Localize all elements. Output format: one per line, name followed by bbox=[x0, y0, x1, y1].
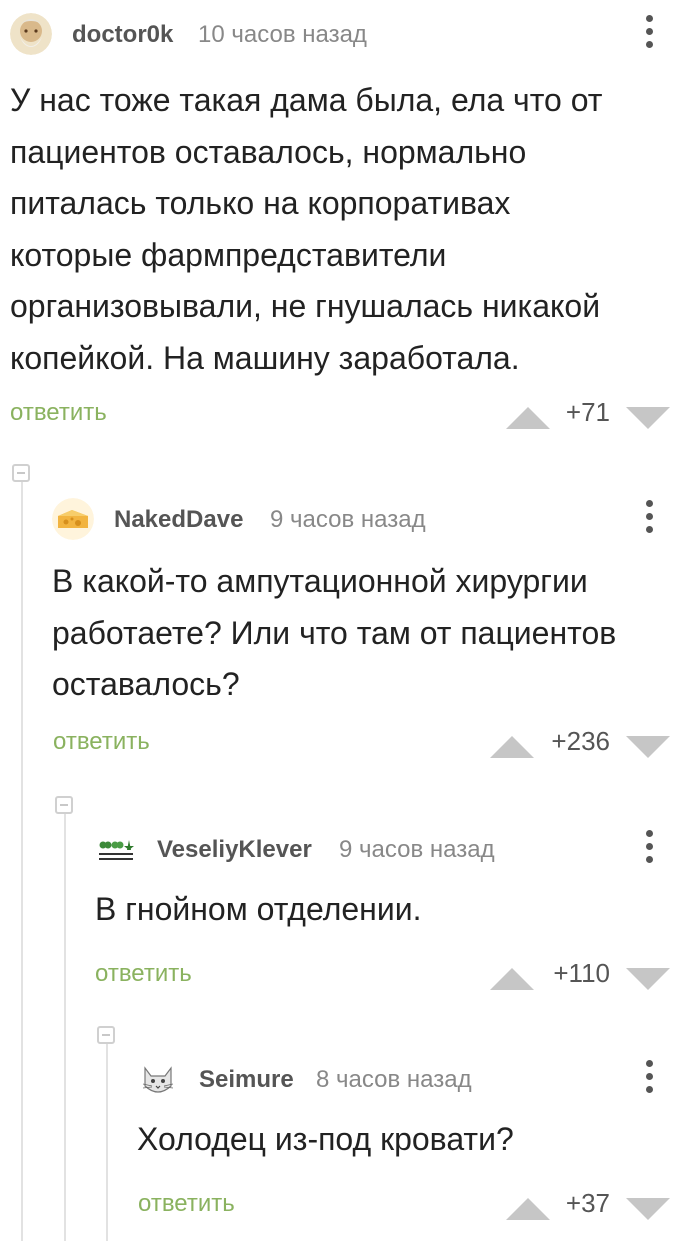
text-line: копейкой. На машину заработала. bbox=[10, 339, 520, 376]
comment-time: 9 часов назад bbox=[270, 506, 426, 533]
rating: +71 bbox=[565, 397, 610, 427]
comment-time: 9 часов назад bbox=[339, 836, 495, 863]
text-line: организовывали, не гнушалась никакой bbox=[10, 288, 601, 324]
more-options-icon[interactable] bbox=[642, 15, 656, 55]
rating: +37 bbox=[565, 1188, 610, 1218]
text-line: пациентов оставалось, нормально bbox=[10, 133, 527, 170]
comment-text: Холодец из-под кровати? bbox=[137, 1114, 670, 1166]
rating: +110 bbox=[553, 958, 610, 988]
author-name[interactable]: Seimure bbox=[199, 1066, 294, 1094]
author-name[interactable]: VeseliyKlever bbox=[157, 836, 312, 864]
reply-button[interactable]: ответить bbox=[138, 1190, 235, 1218]
comment: VeseliyKlever 9 часов назад В гнойном от… bbox=[0, 820, 700, 1000]
comment-header: doctor0k 10 часов назад bbox=[0, 5, 700, 65]
author-name[interactable]: doctor0k bbox=[72, 21, 173, 49]
comment-text: В какой-то ампутационной хирургии работа… bbox=[52, 556, 670, 711]
comment-header: NakedDave 9 часов назад bbox=[0, 490, 700, 550]
comment-time: 10 часов назад bbox=[198, 21, 367, 48]
comment-text: У нас тоже такая дама была, ела что от п… bbox=[10, 75, 670, 384]
text-line: В какой-то ампутационной хирургии bbox=[52, 563, 588, 599]
reply-button[interactable]: ответить bbox=[10, 399, 107, 427]
clover-avatar-icon[interactable] bbox=[94, 828, 136, 870]
comment: doctor0k 10 часов назад У нас тоже такая… bbox=[0, 5, 700, 445]
text-line: которые фармпредставители bbox=[10, 236, 447, 273]
downvote-icon[interactable] bbox=[626, 1198, 670, 1220]
upvote-icon[interactable] bbox=[490, 736, 534, 758]
cheese-avatar-icon[interactable] bbox=[52, 498, 94, 540]
comment-header: VeseliyKlever 9 часов назад bbox=[0, 820, 700, 880]
downvote-icon[interactable] bbox=[626, 968, 670, 990]
comment-actions: ответить +236 bbox=[0, 724, 700, 764]
comment-time: 8 часов назад bbox=[316, 1066, 472, 1093]
comment: NakedDave 9 часов назад В какой-то ампут… bbox=[0, 490, 700, 780]
comment-actions: ответить +71 bbox=[0, 395, 700, 435]
downvote-icon[interactable] bbox=[626, 407, 670, 429]
comment-actions: ответить +110 bbox=[0, 956, 700, 996]
old-man-avatar-icon[interactable] bbox=[10, 13, 52, 55]
reply-button[interactable]: ответить bbox=[53, 728, 150, 756]
comment-actions: ответить +37 bbox=[0, 1186, 700, 1226]
text-line: питалась только на корпоративах bbox=[10, 185, 511, 221]
more-options-icon[interactable] bbox=[642, 830, 656, 870]
text-line: У нас тоже такая дама была, ела что от bbox=[10, 82, 603, 118]
upvote-icon[interactable] bbox=[490, 968, 534, 990]
more-options-icon[interactable] bbox=[642, 500, 656, 540]
collapse-thread-button[interactable] bbox=[97, 1026, 115, 1044]
author-name[interactable]: NakedDave bbox=[114, 506, 243, 534]
more-options-icon[interactable] bbox=[642, 1060, 656, 1100]
text-line: оставалось? bbox=[52, 666, 240, 702]
downvote-icon[interactable] bbox=[626, 736, 670, 758]
text-line: работаете? Или что там от пациентов bbox=[52, 614, 617, 651]
rating: +236 bbox=[551, 726, 610, 756]
text-line: Холодец из-под кровати? bbox=[137, 1121, 514, 1157]
cat-avatar-icon[interactable] bbox=[137, 1058, 179, 1100]
collapse-thread-button[interactable] bbox=[55, 796, 73, 814]
comment: Seimure 8 часов назад Холодец из-под кро… bbox=[0, 1050, 700, 1241]
text-line: В гнойном отделении. bbox=[95, 891, 422, 927]
comment-header: Seimure 8 часов назад bbox=[0, 1050, 700, 1110]
comment-text: В гнойном отделении. bbox=[95, 884, 670, 936]
collapse-thread-button[interactable] bbox=[12, 464, 30, 482]
reply-button[interactable]: ответить bbox=[95, 960, 192, 988]
